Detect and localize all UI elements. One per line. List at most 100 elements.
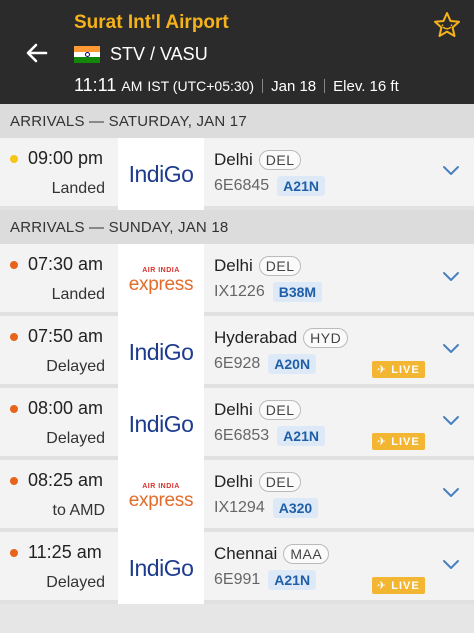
origin-city: Delhi [214,472,253,491]
flight-row[interactable]: 07:50 am Delayed IndiGo Hyderabad HYD 6E… [0,316,474,388]
logo-top-text: AIR INDIA [142,266,180,274]
origin-line: Delhi DEL [214,150,302,170]
origin-line: Delhi DEL [214,472,302,492]
live-label: LIVE [391,363,420,376]
chevron-down-icon[interactable] [442,559,460,571]
origin-city: Chennai [214,544,278,563]
origin-iata-badge: HYD [303,328,349,348]
airport-codes-row: STV / VASU [74,44,208,65]
section-header-sat: ARRIVALS — SATURDAY, JAN 17 [0,104,474,138]
logo-bottom-text: express [128,489,194,511]
flight-row[interactable]: 07:30 am Landed AIR INDIA express Delhi … [0,244,474,316]
flight-line: 6E6845 A21N [214,176,325,196]
flight-status: Landed [51,180,105,197]
flight-status: to AMD [52,502,105,519]
airport-title: Surat Int'l Airport [74,12,229,33]
origin-line: Delhi DEL [214,400,302,420]
flight-number: IX1294 [214,499,265,516]
origin-city: Delhi [214,150,253,169]
live-label: LIVE [391,435,420,448]
flight-line: IX1226 B38M [214,282,323,302]
origin-iata-badge: MAA [283,544,330,564]
plane-icon: ✈ [377,364,388,376]
back-arrow-icon[interactable] [22,38,52,68]
app-header: Surat Int'l Airport STV / VASU 11:11 AM … [0,0,474,104]
live-badge[interactable]: ✈ LIVE [372,433,425,450]
aircraft-type-badge: A21N [277,176,325,196]
live-badge[interactable]: ✈ LIVE [372,577,425,594]
flight-number: 6E6853 [214,427,270,444]
current-date: Jan 18 [271,78,317,95]
flight-line: 6E6853 A21N [214,426,325,446]
flight-status: Delayed [46,430,105,447]
status-dot [10,155,18,163]
flight-row[interactable]: 08:00 am Delayed IndiGo Delhi DEL 6E6853… [0,388,474,460]
origin-line: Delhi DEL [214,256,302,276]
origin-iata-badge: DEL [258,472,302,492]
flight-row[interactable]: 08:25 am to AMD AIR INDIA express Delhi … [0,460,474,532]
elevation: Elev. 16 ft [333,78,399,95]
flight-number: 6E991 [214,571,261,588]
airline-name: IndiGo [128,410,194,437]
aircraft-type-badge: A21N [268,570,317,590]
india-flag-icon [74,46,100,64]
flight-line: IX1294 A320 [214,498,319,518]
airline-name: IndiGo [128,160,194,187]
flight-row[interactable]: 11:25 am Delayed IndiGo Chennai MAA 6E99… [0,532,474,604]
airline-logo: AIR INDIA express [118,460,204,532]
scheduled-time: 08:00 am [28,398,104,418]
live-label: LIVE [391,579,420,592]
section-header-sun: ARRIVALS — SUNDAY, JAN 18 [0,210,474,244]
origin-iata-badge: DEL [258,400,302,420]
divider [324,78,326,93]
air-india-express-logo: AIR INDIA express [128,482,194,511]
flight-line: 6E928 A20N [214,354,317,374]
airline-logo: AIR INDIA express [118,244,204,316]
star-icon[interactable] [432,10,462,40]
status-dot [10,549,18,557]
airport-codes: STV / VASU [110,44,208,64]
flight-line: 6E991 A21N [214,570,317,590]
airline-name: IndiGo [128,554,194,581]
chevron-down-icon[interactable] [442,415,460,427]
flight-number: 6E6845 [214,177,270,194]
aircraft-type-badge: A20N [268,354,317,374]
status-dot [10,405,18,413]
flight-status: Delayed [46,574,105,591]
logo-bottom-text: express [128,273,194,295]
scheduled-time: 07:30 am [28,254,104,274]
status-dot [10,333,18,341]
chevron-down-icon[interactable] [442,343,460,355]
airline-name: IndiGo [128,338,194,365]
origin-line: Hyderabad HYD [214,328,349,348]
air-india-express-logo: AIR INDIA express [128,266,194,295]
status-dot [10,477,18,485]
scheduled-time: 09:00 pm [28,148,104,168]
airport-info-row: 11:11 AM IST (UTC+05:30) Jan 18 Elev. 16… [74,75,399,96]
flight-row[interactable]: 09:00 pm Landed IndiGo Delhi DEL 6E6845 … [0,138,474,210]
chevron-down-icon[interactable] [442,487,460,499]
timezone: IST (UTC+05:30) [147,78,255,94]
logo-top-text: AIR INDIA [142,482,180,490]
local-time-ampm: AM [121,78,143,94]
flight-status: Delayed [46,358,105,375]
scheduled-time: 07:50 am [28,326,104,346]
origin-city: Hyderabad [214,328,298,347]
chevron-down-icon[interactable] [442,271,460,283]
plane-icon: ✈ [377,580,388,592]
plane-icon: ✈ [377,436,388,448]
flight-status: Landed [51,286,105,303]
scheduled-time: 08:25 am [28,470,104,490]
live-badge[interactable]: ✈ LIVE [372,361,425,378]
flight-number: IX1226 [214,283,265,300]
aircraft-type-badge: A320 [272,498,319,518]
origin-iata-badge: DEL [258,256,302,276]
aircraft-type-badge: B38M [272,282,323,302]
divider [262,78,264,93]
airline-logo: IndiGo [118,388,204,460]
chevron-down-icon[interactable] [442,165,460,177]
origin-iata-badge: DEL [258,150,302,170]
flight-number: 6E928 [214,355,261,372]
airline-logo: IndiGo [118,138,204,210]
aircraft-type-badge: A21N [277,426,325,446]
